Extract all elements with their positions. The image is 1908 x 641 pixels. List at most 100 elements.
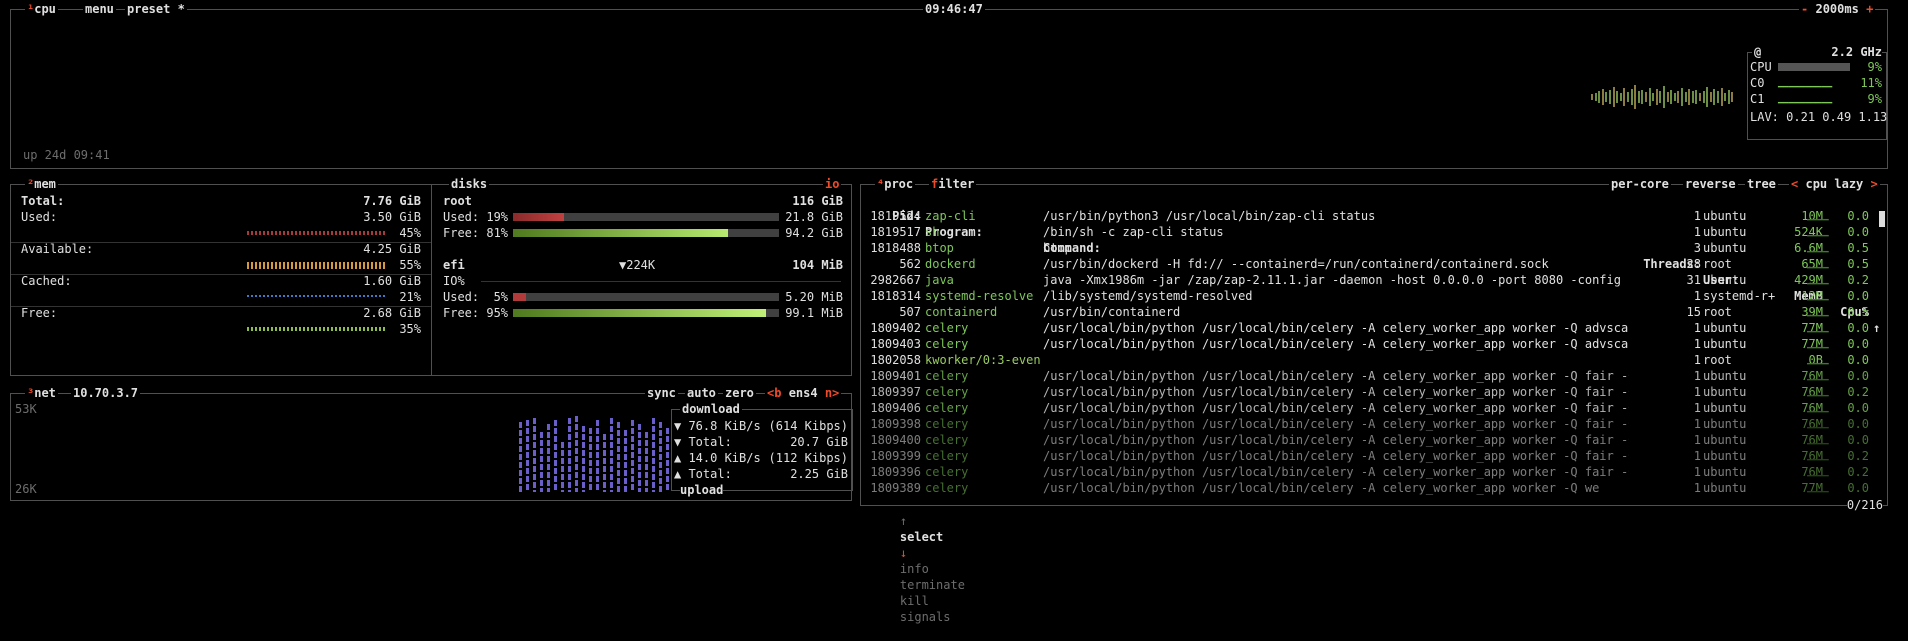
up-arrow-icon[interactable]: ↑	[899, 514, 908, 528]
down-arrow-icon[interactable]: ↓	[899, 546, 908, 560]
net-ul-rate: ▲ 14.0 KiB/s	[674, 451, 761, 465]
net-title[interactable]: ³net	[25, 385, 58, 401]
cell-threads: 31	[1686, 273, 1701, 287]
proc-sort-selector[interactable]: < cpu lazy >	[1789, 176, 1880, 192]
cell-command: btop	[1043, 241, 1072, 255]
cell-threads: 1	[1693, 225, 1701, 239]
cell-pid: 1819517	[870, 225, 921, 239]
core0-label: C0	[1750, 76, 1765, 90]
cell-pid: 1809400	[870, 433, 921, 447]
cell-threads: 1	[1693, 417, 1701, 431]
preset-button[interactable]: preset *	[125, 1, 187, 17]
proc-header: Pid: Program: Command: Threads: User: Me…	[861, 192, 1887, 335]
proc-reverse-toggle[interactable]: reverse	[1683, 176, 1738, 192]
table-row[interactable]: 507 containerd/usr/bin/containerd 15 root 39…	[861, 304, 1887, 320]
proc-panel: ⁴proc filter per-core reverse tree < cpu…	[860, 176, 1888, 624]
net-prev-iface[interactable]: <b	[767, 386, 781, 400]
io-toggle[interactable]: io	[823, 176, 842, 192]
mem-cached-pct: 21%	[399, 290, 421, 304]
table-row[interactable]: 1809400 celery/usr/local/bin/python /usr/…	[861, 432, 1887, 448]
net-graph-bar	[624, 430, 627, 492]
table-row[interactable]: 1818488 btop btop 3 ubuntu 6.6M 0.5 ▁▁▁▁	[861, 240, 1887, 256]
cell-pid: 1809402	[870, 321, 921, 335]
sort-prev[interactable]: <	[1791, 177, 1798, 191]
table-row[interactable]: 1819524 zap-cli/usr/bin/python3 /usr/loca…	[861, 208, 1887, 224]
proc-filter-button[interactable]: filter	[929, 176, 977, 192]
proc-scrollbar[interactable]	[1879, 209, 1885, 497]
proc-per-core-toggle[interactable]: per-core	[1609, 176, 1671, 192]
mem-title[interactable]: ²mem	[25, 176, 58, 192]
table-row[interactable]: 1809396 celery/usr/local/bin/python /usr/…	[861, 464, 1887, 480]
table-row[interactable]: 1809401 celery/usr/local/bin/python /usr/…	[861, 368, 1887, 384]
net-iface-name: ens4	[788, 386, 818, 400]
cell-command: /usr/local/bin/python /usr/local/bin/cel…	[1043, 449, 1629, 463]
cpu-graph-bar	[1598, 91, 1601, 103]
disk-efi-free-bar	[513, 309, 779, 317]
menu-button[interactable]: menu	[83, 1, 116, 17]
cpu-graph-bar	[1720, 88, 1723, 106]
table-row[interactable]: 1809397 celery/usr/local/bin/python /usr/…	[861, 384, 1887, 400]
cpu-title[interactable]: ¹cpu	[25, 1, 58, 17]
disks-title: disks	[449, 176, 490, 192]
cell-pid: 1809396	[870, 465, 921, 479]
interval-plus[interactable]: +	[1866, 2, 1873, 16]
net-next-iface[interactable]: n>	[825, 386, 839, 400]
terminate-button[interactable]: terminate	[899, 578, 965, 592]
table-row[interactable]: 1819517 sh/bin/sh -c zap-cli status 1 ubunt…	[861, 224, 1887, 240]
disk-root-used-text: Used:	[443, 210, 480, 224]
table-row[interactable]: 1802058 kworker/0:3-even 1 root 0B 0.0 ▁▁▁▁	[861, 352, 1887, 368]
proc-title[interactable]: ⁴proc	[875, 176, 916, 192]
cell-command: /usr/local/bin/python /usr/local/bin/cel…	[1043, 417, 1629, 431]
table-row[interactable]: 1809398 celery/usr/local/bin/python /usr/…	[861, 416, 1887, 432]
cell-pid: 1809389	[870, 481, 921, 495]
info-button[interactable]: info	[899, 562, 929, 576]
net-upload-label: upload	[680, 482, 724, 498]
proc-scrollbar-thumb[interactable]	[1879, 211, 1885, 227]
cpu-mini-graph: ▁▁▁▁	[1807, 259, 1829, 269]
net-iface-selector[interactable]: <b ens4 n>	[765, 385, 842, 401]
table-row[interactable]: 1809406 celery/usr/local/bin/python /usr/…	[861, 400, 1887, 416]
table-row[interactable]: 1809402 celery/usr/local/bin/python /usr/…	[861, 320, 1887, 336]
net-zero-button[interactable]: zero	[723, 385, 756, 401]
cell-command: /usr/local/bin/python /usr/local/bin/cel…	[1043, 433, 1629, 447]
cell-program: celery	[925, 449, 969, 463]
cell-threads: 1	[1693, 289, 1701, 303]
cpu-graph-bar	[1691, 91, 1694, 103]
table-row[interactable]: 562 dockerd/usr/bin/dockerd -H fd:// --co…	[861, 256, 1887, 272]
table-row[interactable]: 1809403 celery/usr/local/bin/python /usr/…	[861, 336, 1887, 352]
cpu-graph-bar	[1681, 88, 1683, 106]
kill-button[interactable]: kill	[899, 594, 929, 608]
core1-spark: ▁▁▁▁▁▁▁▁▁▁	[1778, 94, 1833, 104]
net-dl-total: 20.7 GiB	[790, 435, 848, 449]
cpu-graph-bar	[1623, 88, 1626, 106]
cpu-mini-graph: ▁▁▁▁	[1807, 451, 1829, 461]
net-graph-bar	[638, 424, 641, 492]
cpu-graph-bar	[1670, 90, 1673, 104]
uptime: up 24d 09:41	[23, 148, 110, 162]
net-auto-button[interactable]: auto	[685, 385, 718, 401]
select-button[interactable]: select	[899, 530, 944, 544]
disk-root-free-text: Free:	[443, 226, 480, 240]
interval-control[interactable]: - 2000ms +	[1799, 1, 1876, 17]
signals-button[interactable]: signals	[899, 610, 951, 624]
net-graph-bar	[582, 426, 585, 492]
proc-tree-toggle[interactable]: tree	[1745, 176, 1778, 192]
net-dl-rate: ▼ 76.8 KiB/s	[674, 419, 761, 433]
table-row[interactable]: 1818314 systemd-resolve/lib/systemd/syste…	[861, 288, 1887, 304]
cell-pid: 562	[899, 257, 921, 271]
table-row[interactable]: 1809399 celery/usr/local/bin/python /usr/…	[861, 448, 1887, 464]
table-row[interactable]: 2982667 java java -Xmx1986m -jar /zap/zap-…	[861, 272, 1887, 288]
cpu-freq: @ 2.2 GHz	[1752, 44, 1882, 60]
cpu-graph-bar	[1695, 90, 1698, 104]
cell-pid: 1802058	[870, 353, 921, 367]
lav-label: LAV:	[1750, 110, 1779, 124]
io-label: io	[825, 177, 840, 191]
interval-minus[interactable]: -	[1801, 2, 1808, 16]
sort-next[interactable]: >	[1871, 177, 1878, 191]
net-sync-button[interactable]: sync	[645, 385, 678, 401]
cpu-mini-graph: ▁▁▁▁	[1807, 323, 1829, 333]
net-dl-total-label: ▼ Total:	[674, 435, 732, 449]
cell-pid: 1818314	[870, 289, 921, 303]
table-row[interactable]: 1809389 celery/usr/local/bin/python /usr/…	[861, 480, 1887, 496]
cpu-panel: ¹cpu menu preset * 09:46:47 - 2000ms + u…	[10, 1, 1888, 169]
